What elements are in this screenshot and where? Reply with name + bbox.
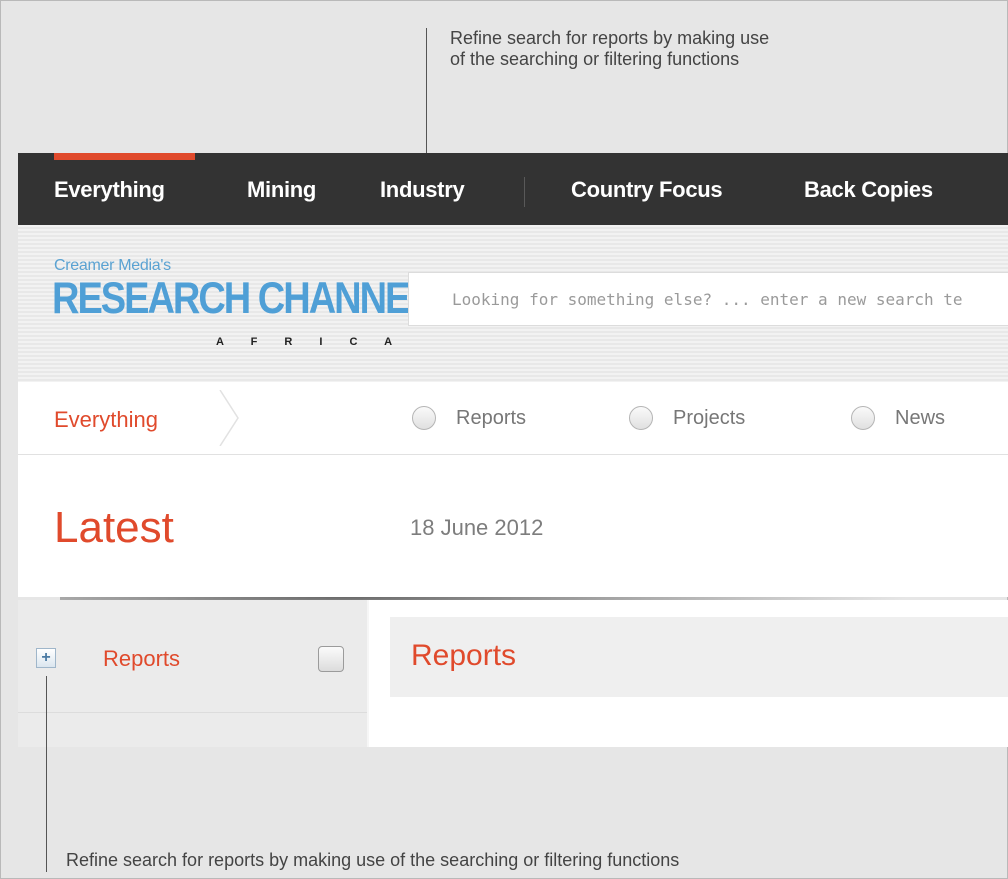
radio-news[interactable] (851, 406, 875, 430)
search-box[interactable] (408, 272, 1008, 326)
nav-item-everything[interactable]: Everything (54, 177, 165, 203)
top-nav: Everything Mining Industry Country Focus… (18, 153, 1008, 225)
filter-option-news[interactable]: News (851, 404, 945, 432)
sidebar-item-reports[interactable]: + Reports (18, 600, 367, 713)
expand-plus-icon[interactable]: + (36, 648, 56, 668)
nav-item-industry[interactable]: Industry (380, 177, 465, 203)
nav-active-indicator (54, 153, 195, 160)
sidebar-item-label[interactable]: Reports (103, 646, 180, 672)
page-title: Latest (54, 503, 174, 552)
logo-africa: A F R I C A (216, 336, 405, 348)
annotation-top: Refine search for reports by making use … (450, 28, 769, 70)
main-section-header: Reports (390, 617, 1008, 697)
annotation-top-line2: of the searching or filtering functions (450, 49, 740, 69)
filter-option-projects[interactable]: Projects (629, 404, 745, 432)
sidebar-checkbox-reports[interactable] (318, 646, 344, 672)
filter-bar: Everything Reports Projects News (18, 382, 1008, 455)
breadcrumb-everything[interactable]: Everything (54, 407, 158, 433)
latest-date: 18 June 2012 (410, 515, 544, 540)
latest-section: Latest 18 June 2012 (18, 455, 1008, 597)
annotation-bottom: Refine search for reports by making use … (66, 850, 680, 870)
sidebar: + Reports (18, 600, 369, 747)
radio-reports[interactable] (412, 406, 436, 430)
radio-label-news: News (895, 406, 946, 429)
annotation-top-line1: Refine search for reports by making use (450, 28, 770, 48)
nav-item-back-copies[interactable]: Back Copies (804, 177, 933, 203)
logo-tagline: Creamer Media's (54, 257, 171, 274)
site-header: Creamer Media's RESEARCH CHANNEL A F R I… (18, 225, 1008, 382)
search-input[interactable] (409, 273, 1008, 325)
radio-projects[interactable] (629, 406, 653, 430)
breadcrumb-chevron-icon (219, 390, 239, 446)
main-content: Reports (369, 600, 1008, 747)
annotation-pointer-bottom (46, 676, 47, 872)
main-section-title: Reports (411, 639, 517, 672)
nav-item-mining[interactable]: Mining (247, 177, 316, 203)
radio-label-projects: Projects (673, 406, 746, 429)
nav-item-country-focus[interactable]: Country Focus (571, 177, 723, 203)
nav-divider (524, 177, 525, 207)
logo-title[interactable]: RESEARCH CHANNEL (52, 274, 432, 325)
radio-label-reports: Reports (456, 406, 527, 429)
filter-option-reports[interactable]: Reports (412, 404, 526, 432)
